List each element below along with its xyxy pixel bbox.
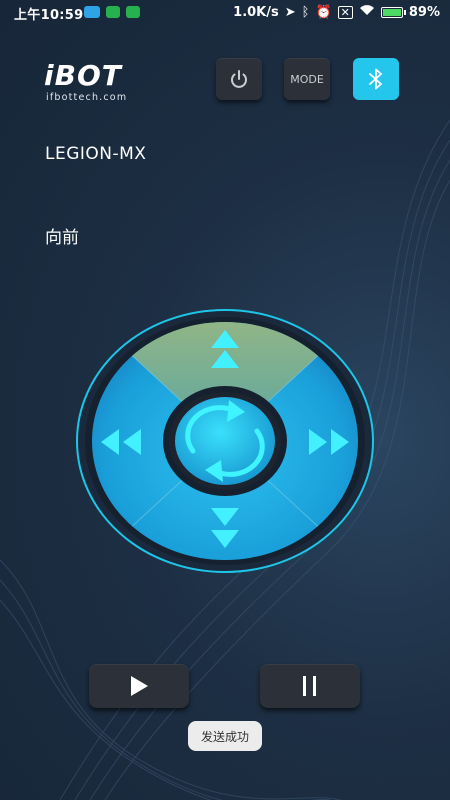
power-icon [231,70,247,88]
mode-label: MODE [290,72,324,86]
power-button[interactable] [216,58,262,100]
app-notification-icon [126,6,140,18]
logo-main-text: iBOT [44,59,122,92]
bluetooth-button[interactable] [353,58,399,100]
battery-icon [380,6,406,18]
ibot-logo: iBOT ifbottech.com [44,59,128,104]
status-time: 上午10:59 [14,8,84,23]
bluetooth-status-icon: ᛒ [301,4,310,20]
sim-icon: ✕ [337,5,353,19]
device-name: LEGION-MX [45,144,147,164]
pause-button[interactable] [260,664,360,708]
logo-subtitle: ifbottech.com [46,92,128,103]
battery-percent: 89% [408,4,440,20]
network-speed: 1.0K/s [233,4,279,20]
direction-label: 向前 [45,228,79,248]
status-bar: 上午10:59 1.0K/s ➤ ᛒ ⏰ ✕ 89% [0,0,450,26]
wifi-icon [359,4,375,20]
play-button[interactable] [89,664,189,708]
app-notification-icon [106,6,120,18]
mode-button[interactable]: MODE [284,58,330,100]
rotate-button[interactable] [163,386,287,496]
pause-icon [303,676,316,696]
app-notification-icon [84,6,100,18]
toast-message: 发送成功 [188,721,262,751]
location-icon: ➤ [284,4,296,20]
direction-pad [76,309,374,573]
play-icon [131,676,148,696]
bluetooth-icon [369,68,382,90]
alarm-off-icon: ⏰ [315,4,332,20]
